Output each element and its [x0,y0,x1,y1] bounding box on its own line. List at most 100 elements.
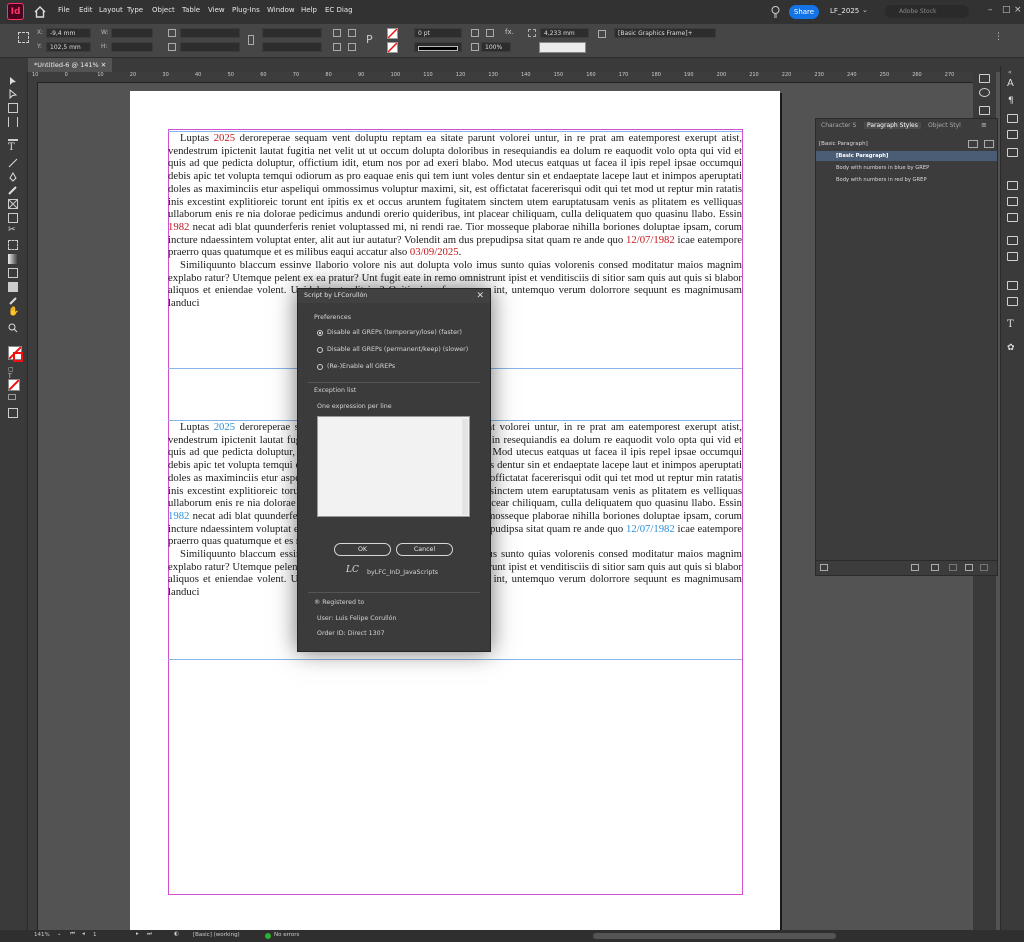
style-item-basic-paragraph[interactable]: [Basic Paragraph] [816,151,997,161]
last-page-icon[interactable]: ⏭ [147,931,152,938]
eyedropper-tool-icon[interactable] [8,296,18,306]
opacity-field[interactable]: 100% [481,42,511,52]
pencil-tool-icon[interactable] [8,185,18,195]
new-style-footer-icon[interactable] [965,564,973,571]
glyphs-panel-icon[interactable]: T [1007,319,1014,330]
expand-dock-icon[interactable]: « [1008,69,1012,76]
menu-window[interactable]: Window [267,6,295,14]
zoom-dropdown-icon[interactable]: ⌄ [57,931,62,937]
gradient-swatch-tool-icon[interactable] [8,254,18,264]
menu-table[interactable]: Table [182,6,200,14]
search-input[interactable]: Adobe Stock [885,5,969,18]
fill-none-swatch-icon[interactable] [387,28,398,39]
exception-textarea[interactable] [317,416,470,517]
width-field[interactable] [111,28,153,38]
previous-page-icon[interactable]: ◂ [82,931,85,937]
y-position-field[interactable]: 102,5 mm [46,42,91,52]
object-styles-icon[interactable] [1007,148,1018,157]
type-tool-icon[interactable]: T [8,142,18,153]
scale-x-icon[interactable] [168,29,176,37]
links-panel-icon[interactable] [1007,281,1018,290]
frame-fitting-icon[interactable] [471,29,479,37]
info-panel-icon[interactable] [979,88,990,97]
share-button[interactable]: Share [789,5,819,19]
tab-paragraph-styles[interactable]: Paragraph Styles [864,122,921,129]
home-icon[interactable] [33,5,47,19]
effects-fx-icon[interactable]: fx. [505,28,514,36]
close-icon[interactable]: ✕ [476,291,484,301]
option-disable-permanent[interactable]: Disable all GREPs (permanent/keep) (slow… [327,346,468,353]
folder-icon[interactable] [931,564,939,571]
zoom-tool-icon[interactable] [8,323,18,333]
preflight-errors[interactable]: No errors [274,932,299,938]
radio-enable-all[interactable] [317,364,323,370]
note-tool-icon[interactable] [8,282,18,292]
apply-none-icon[interactable] [8,379,20,391]
scale-x-field[interactable] [180,28,240,38]
stroke-weight-field[interactable]: 0 pt [414,28,462,38]
panel-menu-icon[interactable]: ⋮ [994,32,1003,42]
radio-disable-temporary[interactable] [317,330,323,336]
effects-panel-icon[interactable] [1007,297,1018,306]
opacity-icon[interactable] [471,43,479,51]
rotate-ccw-icon[interactable] [333,43,341,51]
table-styles-icon[interactable] [1007,197,1018,206]
frame-style-icon[interactable] [598,30,606,38]
next-page-icon[interactable]: ▸ [136,931,139,937]
document-tab[interactable]: *Untitled-6 @ 141% ✕ [28,58,113,72]
library-icon[interactable] [911,564,919,571]
chevron-down-icon[interactable]: ⌄ [862,6,868,14]
clear-overrides-icon[interactable] [984,140,994,148]
stroke-type-select[interactable] [414,42,462,52]
fill-color-preview[interactable] [539,42,586,53]
x-position-field[interactable]: -9,4 mm [46,28,91,38]
panel-options-icon[interactable]: ≡ [981,121,987,129]
free-transform-tool-icon[interactable] [8,240,18,250]
content-collector-icon[interactable] [8,131,18,141]
view-mode-icon[interactable] [8,408,18,418]
corner-options-icon[interactable] [486,29,494,37]
style-mapping-icon[interactable] [820,564,828,571]
menu-layout[interactable]: Layout [99,6,123,14]
stroke-swatch-icon[interactable] [13,352,23,362]
option-disable-temporary[interactable]: Disable all GREPs (temporary/lose) (fast… [327,329,462,336]
object-style-select[interactable]: [Basic Graphics Frame]+ [614,28,716,38]
flip-horizontal-icon[interactable] [348,29,356,37]
tab-character-styles[interactable]: Character S [821,122,856,129]
style-item-blue-grep[interactable]: Body with numbers in blue by GREP [816,163,997,173]
menu-edit[interactable]: Edit [79,6,93,14]
workspace-switcher[interactable]: LF_2025 [830,7,859,15]
direct-selection-tool-icon[interactable] [8,89,18,99]
flip-vertical-icon[interactable] [348,43,356,51]
page-tool-icon[interactable] [8,103,18,113]
lightbulb-icon[interactable] [770,5,781,18]
cancel-button[interactable]: Cancel [396,543,453,556]
auto-fit-icon[interactable] [528,29,536,37]
trash-icon[interactable] [980,564,988,571]
scissors-tool-icon[interactable]: ✂ [8,225,18,235]
textarea-scrollbar[interactable] [462,419,468,515]
clear-style-icon[interactable] [949,564,957,571]
pen-tool-icon[interactable] [8,172,18,182]
character-panel-icon[interactable]: A [1007,78,1014,89]
scale-y-icon[interactable] [168,43,176,51]
rectangle-frame-tool-icon[interactable] [8,199,18,209]
menu-view[interactable]: View [208,6,225,14]
radio-disable-permanent[interactable] [317,347,323,353]
color-panel-icon[interactable] [1007,252,1018,261]
paragraph-styles-icon[interactable] [1007,130,1018,139]
swatches-panel-icon[interactable] [1007,236,1018,245]
selection-tool-icon[interactable] [8,76,18,86]
zoom-level[interactable]: 141% [34,932,50,938]
close-tab-icon[interactable]: ✕ [101,61,106,69]
scale-y-field[interactable] [180,42,240,52]
preflight-profile[interactable]: [Basic] (working) [193,932,240,938]
new-style-icon[interactable] [968,140,978,148]
dimension-field[interactable]: 4,233 mm [540,28,589,38]
menu-help[interactable]: Help [301,6,317,14]
first-page-icon[interactable]: ⏮ [70,931,75,938]
ok-button[interactable]: OK [334,543,391,556]
menu-object[interactable]: Object [152,6,175,14]
option-enable-all[interactable]: (Re-)Enable all GREPs [327,363,395,370]
pages-panel-icon[interactable] [979,74,990,83]
